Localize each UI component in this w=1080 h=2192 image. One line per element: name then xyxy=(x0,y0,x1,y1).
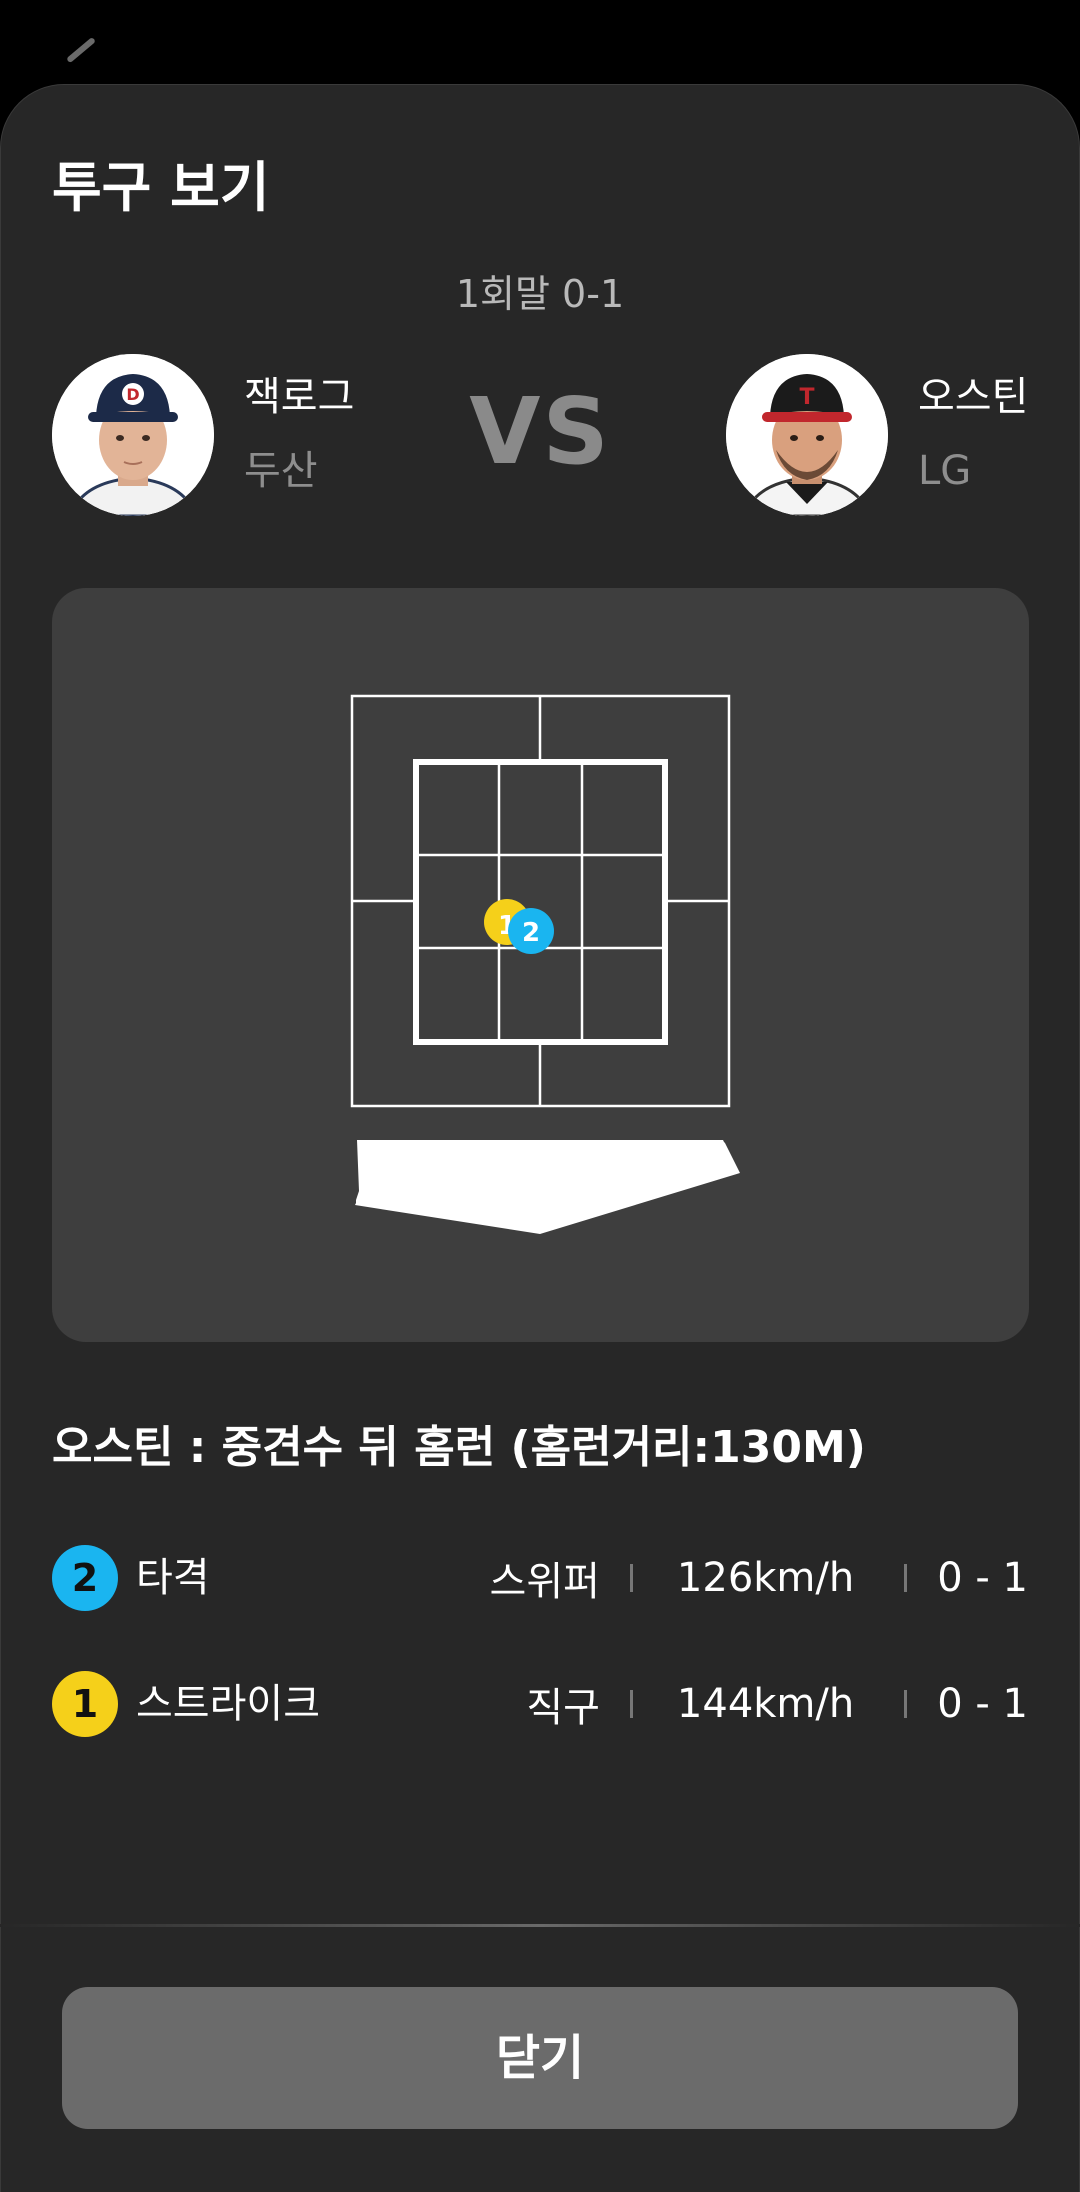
strike-zone-diagram: 1 2 xyxy=(350,694,740,1234)
pitch-row: 2 타격 스위퍼 126km/h 0 - 1 xyxy=(52,1545,1028,1613)
pitch-result: 타격 xyxy=(136,1555,210,1601)
pitch-speed: 126km/h xyxy=(676,1555,855,1601)
sheet-title: 투구 보기 xyxy=(52,156,270,219)
separator xyxy=(904,1690,908,1718)
inning-score: 1회말 0-1 xyxy=(455,272,625,316)
pitcher-avatar[interactable]: D xyxy=(52,354,214,516)
pitch-type: 직구 xyxy=(526,1685,600,1731)
batter-name: 오스틴 xyxy=(918,374,1029,420)
home-plate xyxy=(355,1140,740,1234)
batter-avatar[interactable]: T xyxy=(726,354,888,516)
player-photo-icon: D xyxy=(52,354,214,516)
divider xyxy=(0,1924,1080,1927)
svg-text:T: T xyxy=(799,385,814,410)
pitch-count: 0 - 1 xyxy=(937,1681,1028,1727)
separator xyxy=(629,1690,633,1718)
pitch-speed: 144km/h xyxy=(676,1681,855,1727)
batter-team: LG xyxy=(918,448,972,494)
pitcher-team: 두산 xyxy=(244,448,318,494)
inner-strike-zone xyxy=(413,759,668,1045)
pitch-marker-2: 2 xyxy=(508,908,554,954)
pitch-count: 0 - 1 xyxy=(937,1555,1028,1601)
status-indicator-icon xyxy=(66,36,96,64)
close-button[interactable]: 닫기 xyxy=(62,1987,1018,2129)
pitch-number-badge: 1 xyxy=(52,1671,118,1737)
strike-zone-panel: 1 2 xyxy=(52,588,1029,1342)
pitch-number-badge: 2 xyxy=(52,1545,118,1611)
separator xyxy=(904,1564,908,1592)
separator xyxy=(629,1564,633,1592)
pitch-result: 스트라이크 xyxy=(136,1681,320,1727)
pitcher-name: 잭로그 xyxy=(244,374,355,420)
player-photo-icon: T xyxy=(726,354,888,516)
vs-label: VS xyxy=(469,378,611,485)
pitch-row: 1 스트라이크 직구 144km/h 0 - 1 xyxy=(52,1671,1028,1739)
pitch-type: 스위퍼 xyxy=(489,1559,600,1605)
svg-text:D: D xyxy=(126,385,139,404)
at-bat-result: 오스틴 : 중견수 뒤 홈런 (홈런거리:130M) xyxy=(52,1422,866,1473)
svg-text:2: 2 xyxy=(522,918,540,948)
